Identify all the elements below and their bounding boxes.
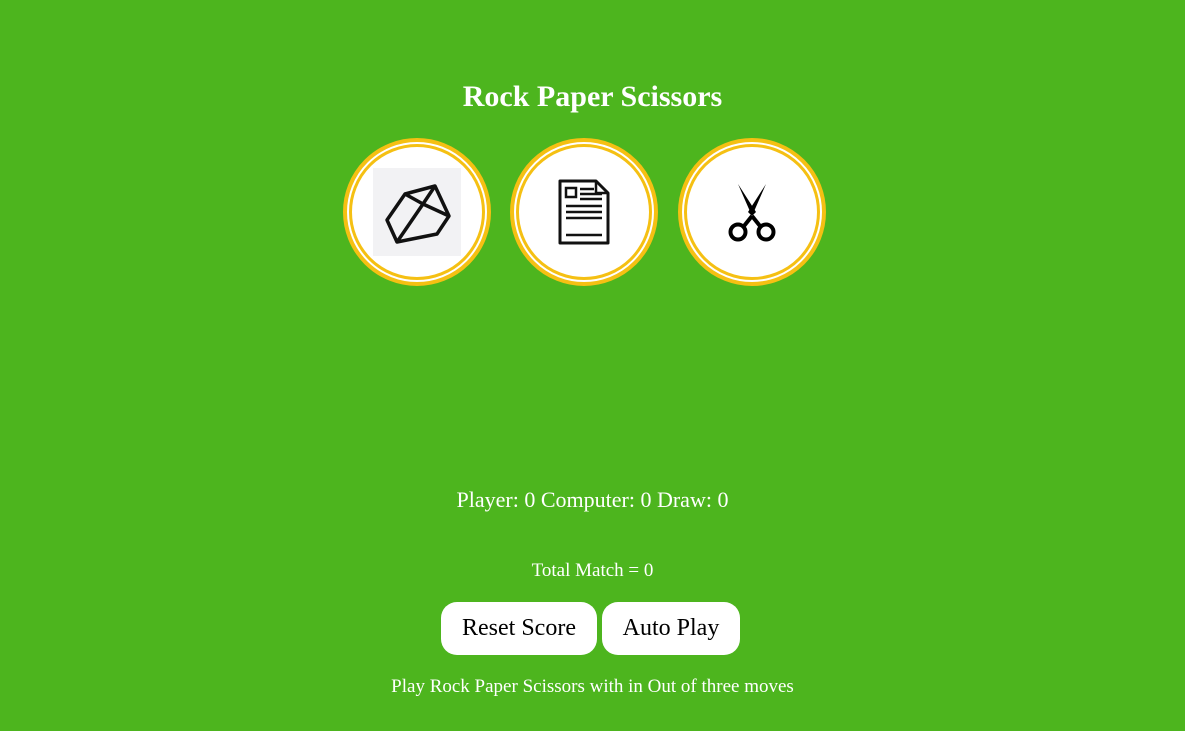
instructions-text: Play Rock Paper Scissors with in Out of … xyxy=(391,676,794,697)
scoreboard: Player: 0 Computer: 0 Draw: 0 xyxy=(456,487,729,512)
scissors-icon xyxy=(708,168,796,256)
scissors-button[interactable] xyxy=(678,138,826,286)
reset-score-button[interactable]: Reset Score xyxy=(441,602,597,655)
paper-document-icon xyxy=(540,168,628,256)
rock-icon xyxy=(373,168,461,256)
page-title: Rock Paper Scissors xyxy=(462,80,723,113)
auto-play-button[interactable]: Auto Play xyxy=(602,602,740,655)
choice-buttons xyxy=(343,138,827,288)
total-match: Total Match = 0 xyxy=(531,560,654,581)
rock-button[interactable] xyxy=(343,138,491,286)
paper-button[interactable] xyxy=(510,138,658,286)
